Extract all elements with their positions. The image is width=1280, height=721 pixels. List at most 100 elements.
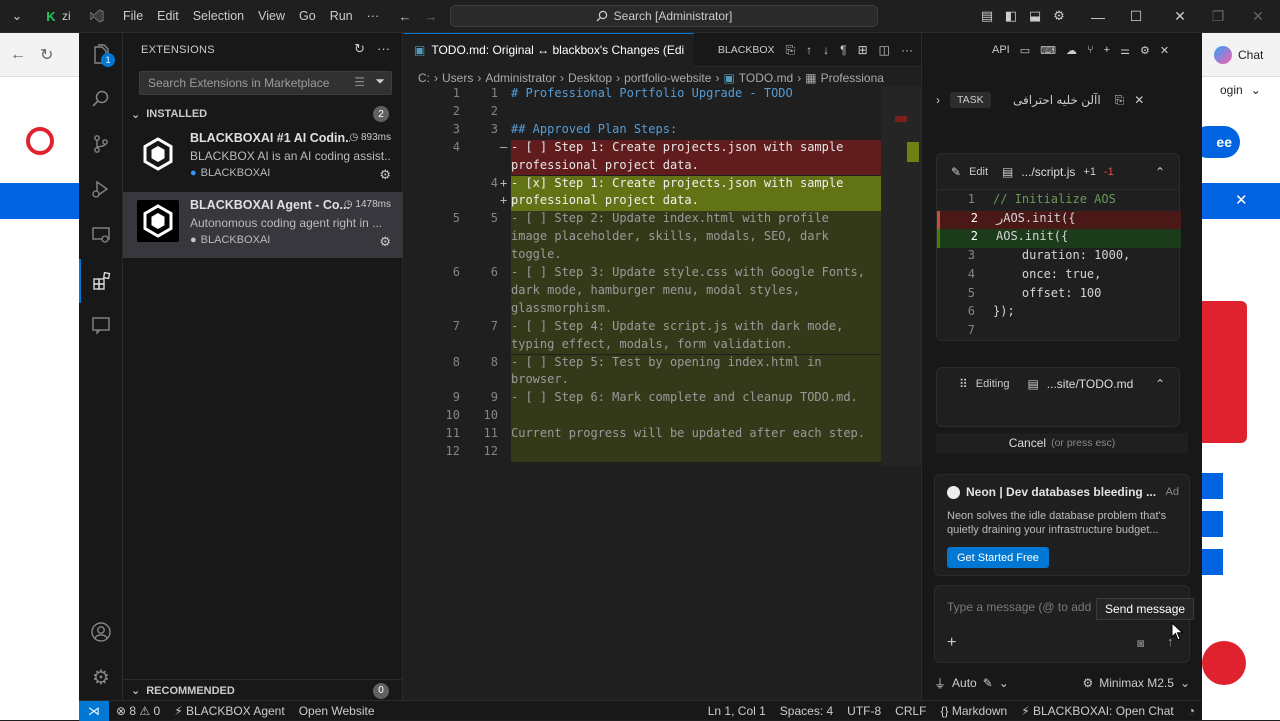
camera-icon[interactable]: ◙ [1137, 636, 1144, 650]
model-chevron-icon[interactable]: ⌄ [1180, 676, 1190, 690]
blackbox-agent-status[interactable]: ⚡ BLACKBOX Agent [167, 704, 292, 718]
clear-filter-icon[interactable]: ☰ [354, 75, 365, 89]
diff-line[interactable]: 5 5 - [ ] Step 2: Update index.html with p… [404, 211, 894, 230]
blackbox-action-label[interactable]: BLACKBOX [718, 44, 775, 56]
source-control-icon[interactable] [79, 122, 123, 166]
diff-line[interactable]: 7 7 - [ ] Step 4: Update script.js with da… [404, 318, 894, 337]
problems-indicator[interactable]: ⊗ 8 ⚠ 0 [109, 704, 167, 718]
end-of-line[interactable]: CRLF [888, 704, 933, 718]
mode-chevron-icon[interactable]: ⌄ [999, 676, 1009, 690]
chat-close-icon[interactable]: ✕ [1160, 44, 1169, 57]
diff-line[interactable]: 11 11 Current progress will be updated aft… [404, 426, 894, 444]
diff-content[interactable]: 1 1 # Professional Portfolio Upgrade - TOD… [404, 86, 894, 466]
diff-line[interactable]: browser. [404, 372, 894, 391]
api-label[interactable]: API [992, 44, 1010, 56]
edit-card-header[interactable]: ✎ Edit ▤ .../script.js +1 -1 ⌃ [937, 154, 1179, 190]
copy-icon[interactable]: ⎘ [1115, 93, 1125, 108]
diff-line[interactable]: 4 — - [ ] Step 1: Create projects.json wit… [404, 139, 894, 158]
get-started-button[interactable]: Get Started Free [947, 547, 1049, 568]
remote-explorer-icon[interactable] [79, 213, 123, 257]
diff-line[interactable]: professional project data. [404, 157, 894, 176]
search-view-icon[interactable] [79, 77, 123, 121]
editing-card-header[interactable]: ⠿ Editing ▤ ...site/TODO.md ⌃ [937, 368, 1179, 400]
forward-arrow-icon[interactable]: → [414, 0, 448, 33]
menu-file[interactable]: File [116, 9, 150, 23]
explorer-icon[interactable]: 1 [79, 33, 123, 77]
extension-settings-gear-icon[interactable]: ⚙ [379, 234, 391, 250]
ad-title[interactable]: Neon | Dev databases bleeding ... [966, 485, 1156, 499]
diff-line[interactable]: image placeholder, skills, modals, SEO, … [404, 229, 894, 248]
open-file-icon[interactable]: ⎘ [786, 43, 796, 58]
show-whitespace-icon[interactable]: ¶ [840, 43, 846, 57]
breadcrumb-item[interactable]: Users [442, 71, 473, 85]
diff-line[interactable]: 10 10 [404, 408, 894, 427]
remote-indicator-icon[interactable]: ⋊ [79, 700, 109, 721]
filter-icon[interactable]: ⏷ [375, 74, 385, 89]
minimap[interactable] [881, 86, 921, 466]
diff-line[interactable]: glassmorphism. [404, 300, 894, 319]
sliders-icon[interactable]: ⚌ [1120, 44, 1130, 57]
chat-input-box[interactable]: Type a message (@ to add + ◙ ↑ [934, 585, 1190, 663]
recommended-section-header[interactable]: ⌄ RECOMMENDED 0 [123, 679, 403, 701]
diff-line[interactable]: 8 8 - [ ] Step 5: Test by opening index.ht… [404, 354, 894, 373]
previous-change-icon[interactable]: ↑ [806, 43, 812, 57]
browser-login[interactable]: ogin ⌄ [1220, 83, 1261, 97]
encoding[interactable]: UTF-8 [840, 704, 888, 718]
branch-icon[interactable]: ⑂ [1087, 44, 1094, 56]
extension-settings-gear-icon[interactable]: ⚙ [379, 167, 391, 183]
breadcrumb-item[interactable]: TODO.md [739, 71, 793, 85]
task-close-icon[interactable]: ✕ [1134, 93, 1144, 107]
next-change-icon[interactable]: ↓ [823, 43, 829, 57]
menu-run[interactable]: Run [323, 9, 360, 23]
refresh-icon[interactable]: ↻ [354, 41, 365, 57]
model-selector[interactable]: Minimax M2.5 [1099, 676, 1174, 690]
browser-dropdown-icon[interactable]: ⌄ [0, 0, 34, 33]
run-debug-icon[interactable] [79, 167, 123, 211]
breadcrumb-item[interactable]: portfolio-website [624, 71, 711, 85]
extension-item[interactable]: BLACKBOXAI Agent - Co... ◷ 1478ms Autono… [123, 192, 403, 258]
browser-close-icon[interactable]: ✕ [1236, 0, 1280, 33]
breadcrumb-item[interactable]: Professiona [821, 71, 884, 85]
breadcrumb-item[interactable]: C: [418, 71, 430, 85]
browser-toolbar-icon[interactable]: ▭ [1020, 44, 1030, 57]
more-actions-icon[interactable]: ··· [377, 41, 390, 57]
diff-line[interactable]: dark mode, hamburger menu, modal styles, [404, 282, 894, 301]
diff-line[interactable]: 3 3 ## Approved Plan Steps: [404, 122, 894, 140]
chat-settings-gear-icon[interactable]: ⚙ [1140, 44, 1150, 57]
diff-line[interactable]: 9 9 - [ ] Step 6: Mark complete and cleanu… [404, 390, 894, 409]
menu-edit[interactable]: Edit [150, 9, 186, 23]
account-icon[interactable] [79, 610, 123, 654]
breadcrumb-item[interactable]: Desktop [568, 71, 612, 85]
browser-cta-button[interactable]: ee [1202, 126, 1240, 158]
diff-line[interactable]: + professional project data. [404, 193, 894, 212]
menu-more[interactable]: ··· [360, 9, 387, 23]
diff-line[interactable]: 1 1 # Professional Portfolio Upgrade - TOD… [404, 86, 894, 104]
diff-line[interactable]: 22 [404, 104, 894, 122]
notifications-bell-icon[interactable]: ◔ [1181, 704, 1202, 718]
indentation[interactable]: Spaces: 4 [773, 704, 840, 718]
plus-icon[interactable]: + [1104, 44, 1110, 56]
mode-edit-icon[interactable]: ✎ [983, 676, 993, 690]
more-editor-actions-icon[interactable]: ··· [901, 43, 913, 57]
browser-reload-icon[interactable]: ↻ [40, 45, 53, 65]
cancel-button[interactable]: Cancel (or press esc) [936, 433, 1188, 453]
split-editor-icon[interactable]: ◫ [879, 43, 890, 57]
command-center-search[interactable]: Search [Administrator] [450, 5, 878, 27]
twilio-chat-bubble-icon[interactable] [1202, 641, 1246, 685]
mode-selector[interactable]: Auto [952, 676, 977, 690]
diff-line[interactable]: 6 6 - [ ] Step 3: Update style.css with Go… [404, 265, 894, 283]
maximize-icon[interactable]: ☐ [1114, 0, 1158, 33]
tab-todo-diff[interactable]: ▣ TODO.md: Original ↔ blackbox's Changes… [404, 32, 695, 67]
diff-line[interactable]: toggle. [404, 247, 894, 265]
diff-line[interactable]: 4 + - [x] Step 1: Create projects.json wit… [404, 175, 894, 194]
installed-section-header[interactable]: ⌄ INSTALLED 2 [123, 103, 403, 125]
browser-back-icon[interactable]: ← [10, 46, 26, 64]
breadcrumb-item[interactable]: Administrator [485, 71, 556, 85]
blackbox-open-chat[interactable]: ⚡ BLACKBOXAI: Open Chat [1014, 704, 1181, 718]
menu-go[interactable]: Go [292, 9, 323, 23]
browser-tab-text[interactable]: zi [62, 9, 82, 23]
open-website-status[interactable]: Open Website [292, 704, 382, 718]
cloud-icon[interactable]: ☁ [1066, 44, 1077, 57]
menu-view[interactable]: View [251, 9, 292, 23]
browser-restore-icon[interactable]: ❐ [1196, 0, 1240, 33]
